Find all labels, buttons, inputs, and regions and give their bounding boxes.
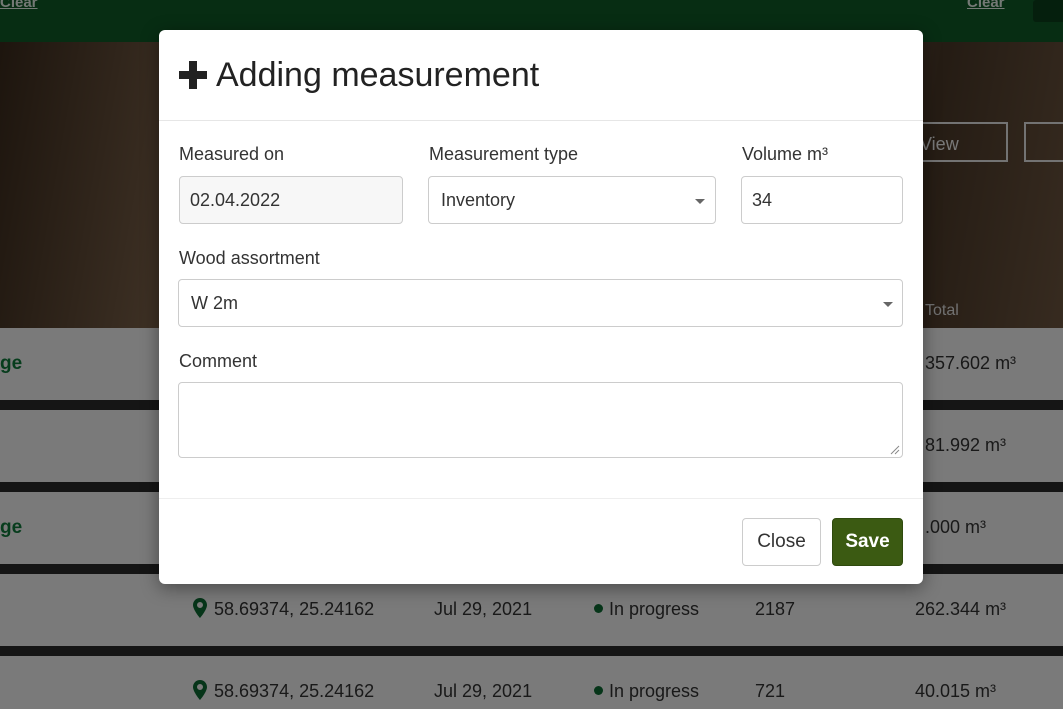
plus-icon [179, 61, 207, 89]
measurement-type-value: Inventory [441, 190, 516, 210]
close-button[interactable]: Close [742, 518, 821, 566]
measured-on-label: Measured on [179, 144, 285, 164]
modal-footer: Close Save [159, 498, 923, 584]
measurement-type-select[interactable]: Inventory [428, 176, 716, 224]
modal-title: Adding measurement [216, 56, 540, 94]
wood-assortment-select[interactable]: W 2m [178, 279, 903, 327]
modal-header: Adding measurement [159, 30, 923, 121]
comment-label: Comment [179, 351, 258, 371]
volume-label: Volume m³ [742, 144, 829, 164]
chevron-down-icon [883, 302, 893, 307]
wood-assortment-value: W 2m [191, 293, 238, 313]
wood-assortment-label: Wood assortment [179, 248, 320, 268]
volume-value: 34 [752, 190, 773, 210]
measured-on-value: 02.04.2022 [190, 190, 281, 210]
chevron-down-icon [695, 199, 705, 204]
measurement-type-label: Measurement type [429, 144, 579, 164]
comment-textarea[interactable] [178, 382, 903, 458]
save-button[interactable]: Save [832, 518, 903, 566]
resize-handle-icon[interactable] [890, 445, 900, 455]
volume-input[interactable]: 34 [741, 176, 903, 224]
add-measurement-modal: Adding measurement Measured on 02.04.202… [159, 30, 923, 584]
measured-on-date-input[interactable]: 02.04.2022 [179, 176, 403, 224]
